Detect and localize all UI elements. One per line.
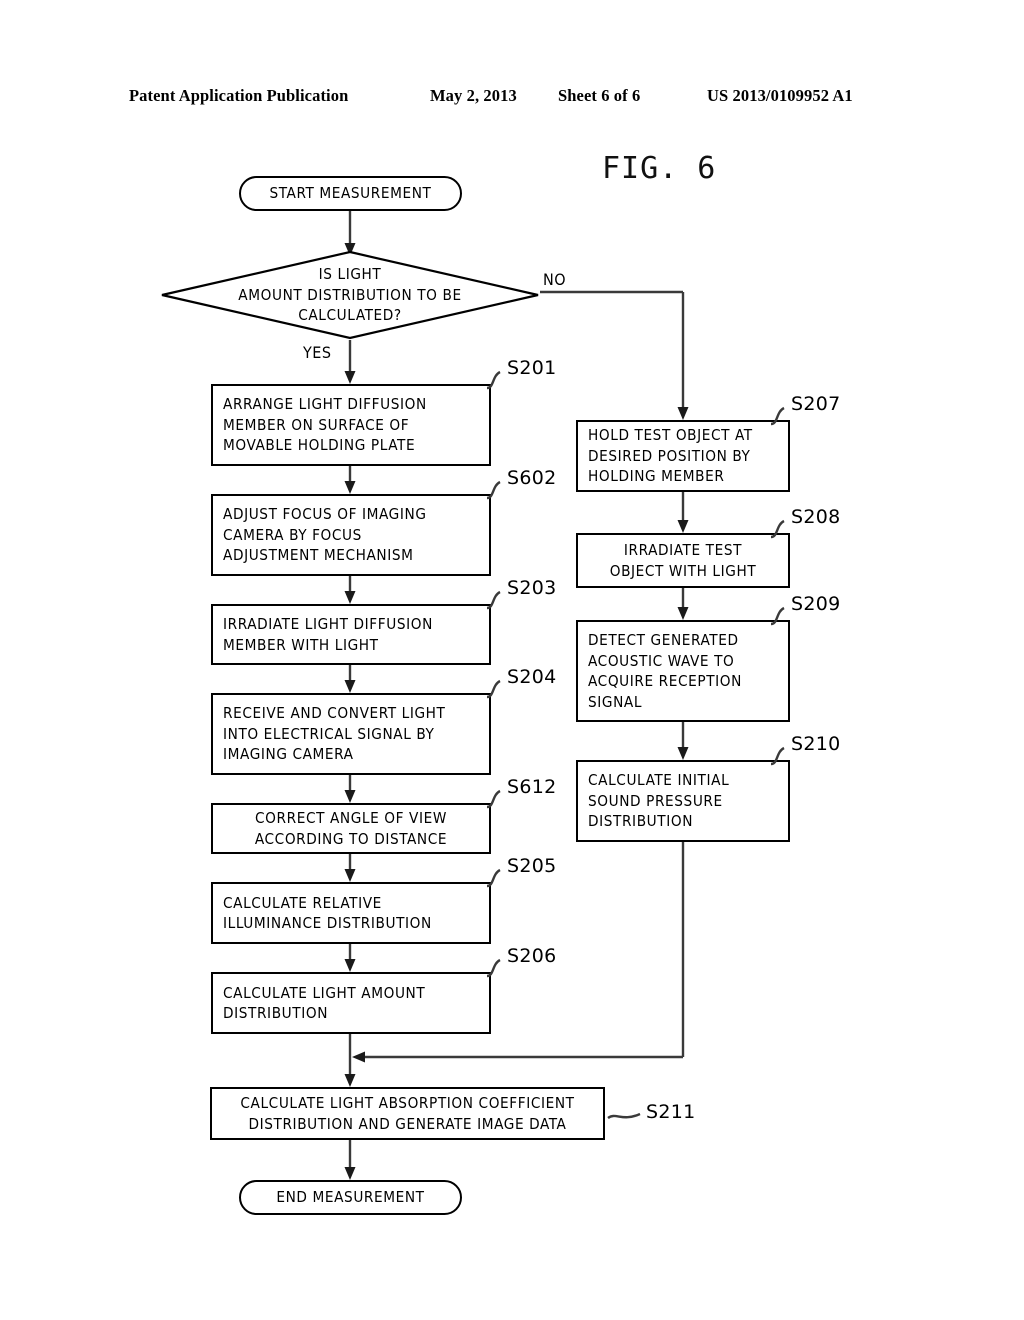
step-tag-s204: S204: [507, 666, 557, 688]
end-terminator-label: END MEASUREMENT: [276, 1188, 425, 1207]
header-date-label: May 2, 2013: [430, 86, 517, 105]
figure-label: FIG. 6: [602, 151, 717, 186]
header-publication-label: Patent Application Publication: [129, 86, 349, 105]
process-box-s210-label: CALCULATE INITIAL SOUND PRESSURE DISTRIB…: [588, 771, 730, 831]
start-terminator: START MEASUREMENT: [239, 176, 462, 211]
process-box-s206: CALCULATE LIGHT AMOUNT DISTRIBUTION: [211, 972, 491, 1034]
decision-diamond: IS LIGHT AMOUNT DISTRIBUTION TO BE CALCU…: [160, 250, 540, 340]
step-tag-s203: S203: [507, 577, 557, 599]
decision-yes-label: YES: [303, 343, 332, 362]
patent-header: Patent Application Publication May 2, 20…: [0, 86, 1024, 110]
step-tag-s209: S209: [791, 593, 841, 615]
process-box-s211-label: CALCULATE LIGHT ABSORPTION COEFFICIENT D…: [240, 1094, 575, 1133]
process-box-s205-label: CALCULATE RELATIVE ILLUMINANCE DISTRIBUT…: [223, 893, 432, 933]
step-tag-s201: S201: [507, 357, 557, 379]
process-box-s208: IRRADIATE TEST OBJECT WITH LIGHT: [576, 533, 790, 588]
step-tag-s207: S207: [791, 393, 841, 415]
process-box-s207: HOLD TEST OBJECT AT DESIRED POSITION BY …: [576, 420, 790, 492]
process-box-s204-label: RECEIVE AND CONVERT LIGHT INTO ELECTRICA…: [223, 704, 446, 764]
step-tag-s206: S206: [507, 945, 557, 967]
step-tag-s612: S612: [507, 776, 557, 798]
process-box-s209-label: DETECT GENERATED ACOUSTIC WAVE TO ACQUIR…: [588, 631, 742, 711]
patent-drawing-page: Patent Application Publication May 2, 20…: [0, 0, 1024, 1320]
step-tag-s602: S602: [507, 467, 557, 489]
process-box-s210: CALCULATE INITIAL SOUND PRESSURE DISTRIB…: [576, 760, 790, 842]
process-box-s211: CALCULATE LIGHT ABSORPTION COEFFICIENT D…: [210, 1087, 605, 1140]
start-terminator-label: START MEASUREMENT: [269, 184, 432, 203]
step-tag-s211: S211: [646, 1101, 696, 1123]
process-box-s612-label: CORRECT ANGLE OF VIEW ACCORDING TO DISTA…: [254, 809, 448, 848]
step-tag-s205: S205: [507, 855, 557, 877]
step-tag-s208: S208: [791, 506, 841, 528]
process-box-s209: DETECT GENERATED ACOUSTIC WAVE TO ACQUIR…: [576, 620, 790, 722]
process-box-s602-label: ADJUST FOCUS OF IMAGING CAMERA BY FOCUS …: [223, 505, 427, 565]
process-box-s201-label: ARRANGE LIGHT DIFFUSION MEMBER ON SURFAC…: [223, 395, 427, 455]
process-box-s201: ARRANGE LIGHT DIFFUSION MEMBER ON SURFAC…: [211, 384, 491, 466]
header-publication-number: US 2013/0109952 A1: [707, 86, 853, 105]
process-box-s206-label: CALCULATE LIGHT AMOUNT DISTRIBUTION: [223, 983, 426, 1023]
process-box-s205: CALCULATE RELATIVE ILLUMINANCE DISTRIBUT…: [211, 882, 491, 944]
process-box-s203-label: IRRADIATE LIGHT DIFFUSION MEMBER WITH LI…: [223, 615, 433, 654]
process-box-s203: IRRADIATE LIGHT DIFFUSION MEMBER WITH LI…: [211, 604, 491, 665]
decision-no-label: NO: [543, 270, 567, 289]
process-box-s612: CORRECT ANGLE OF VIEW ACCORDING TO DISTA…: [211, 803, 491, 854]
process-box-s602: ADJUST FOCUS OF IMAGING CAMERA BY FOCUS …: [211, 494, 491, 576]
process-box-s207-label: HOLD TEST OBJECT AT DESIRED POSITION BY …: [588, 426, 753, 486]
decision-label: IS LIGHT AMOUNT DISTRIBUTION TO BE CALCU…: [238, 265, 462, 325]
step-tag-s210: S210: [791, 733, 841, 755]
process-box-s204: RECEIVE AND CONVERT LIGHT INTO ELECTRICA…: [211, 693, 491, 775]
end-terminator: END MEASUREMENT: [239, 1180, 462, 1215]
process-box-s208-label: IRRADIATE TEST OBJECT WITH LIGHT: [609, 541, 757, 580]
header-sheet-label: Sheet 6 of 6: [558, 86, 641, 105]
